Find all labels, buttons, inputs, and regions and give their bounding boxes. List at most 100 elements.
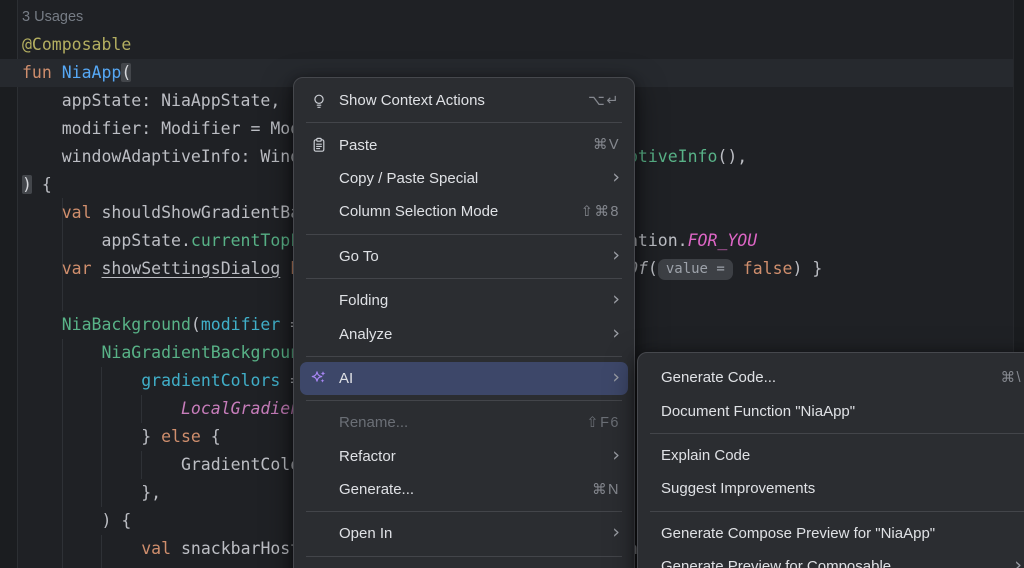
menu-item-label: Generate... xyxy=(339,481,414,498)
icon-spacer xyxy=(311,482,327,498)
menu-separator xyxy=(306,122,622,123)
code-token: val xyxy=(141,539,181,558)
menu-item-generate-compose-preview-for-niaapp[interactable]: Generate Compose Preview for "NiaApp" xyxy=(638,517,1024,550)
menu-shortcut: ⇧F6 xyxy=(586,415,620,431)
menu-shortcut: ⌘\ xyxy=(1000,370,1022,386)
menu-separator xyxy=(306,356,622,357)
code-token: appState. xyxy=(22,231,191,250)
code-token: fun xyxy=(22,63,62,82)
icon-spacer xyxy=(311,326,327,342)
chevron-right-icon: › xyxy=(612,168,620,187)
code-token: else xyxy=(161,427,201,446)
code-token: false xyxy=(743,259,793,278)
menu-separator xyxy=(306,511,622,512)
chevron-right-icon: › xyxy=(612,290,620,309)
code-line[interactable]: fun NiaApp( xyxy=(22,59,131,87)
menu-item-rename[interactable]: Rename... ⇧F6 xyxy=(294,406,634,439)
menu-item-label: Explain Code xyxy=(661,447,750,464)
code-token xyxy=(22,399,181,418)
menu-separator xyxy=(650,511,1024,512)
code-token xyxy=(280,259,290,278)
code-token: ) xyxy=(22,175,32,194)
code-token xyxy=(22,203,62,222)
chevron-right-icon: › xyxy=(612,368,620,387)
code-token: { xyxy=(32,175,52,194)
menu-shortcut: ⇧⌘8 xyxy=(581,204,620,220)
menu-item-generate-code[interactable]: Generate Code... ⌘\ xyxy=(638,361,1024,394)
code-editor: 3 Usages@Composablefun NiaApp( appState:… xyxy=(0,0,1024,568)
code-token: ) { xyxy=(22,511,131,530)
menu-separator xyxy=(306,400,622,401)
code-line[interactable]: ) { xyxy=(22,171,52,199)
code-line[interactable]: NiaGradientBackground( xyxy=(22,339,320,367)
menu-item-show-context-actions[interactable]: Show Context Actions ⌥↵ xyxy=(294,84,634,117)
menu-item-label: Generate Preview for Composable xyxy=(661,558,891,568)
chevron-right-icon: › xyxy=(1014,556,1022,568)
menu-item-label: Rename... xyxy=(339,414,408,431)
code-line[interactable]: }, xyxy=(22,479,161,507)
chevron-right-icon: › xyxy=(612,523,620,542)
lightbulb-icon xyxy=(311,93,327,109)
menu-item-label: Generate Code... xyxy=(661,369,776,386)
code-token: }, xyxy=(22,483,161,502)
menu-shortcut: ⌥↵ xyxy=(588,93,620,109)
code-token xyxy=(22,259,62,278)
icon-spacer xyxy=(311,293,327,309)
code-token: 3 Usages xyxy=(22,9,83,25)
icon-spacer xyxy=(311,170,327,186)
menu-item-paste[interactable]: Paste⌘V xyxy=(294,128,634,161)
ai-sparkle-icon xyxy=(311,370,327,386)
code-token: var xyxy=(62,259,102,278)
chevron-right-icon: › xyxy=(612,246,620,265)
menu-item-folding[interactable]: Folding› xyxy=(294,284,634,317)
code-token: NiaGradientBackground xyxy=(101,343,310,362)
code-token: ( xyxy=(648,259,658,278)
usages-hint[interactable]: 3 Usages xyxy=(22,3,83,31)
menu-item-suggest-improvements[interactable]: Suggest Improvements xyxy=(638,472,1024,505)
menu-item-generate-preview-for-composable[interactable]: Generate Preview for Composable › xyxy=(638,550,1024,568)
icon-spacer xyxy=(311,448,327,464)
code-line[interactable]: appState: NiaAppState, xyxy=(22,87,280,115)
inlay-hint-chip: value = xyxy=(658,259,733,280)
menu-item-column-selection-mode[interactable]: Column Selection Mode ⇧⌘8 xyxy=(294,195,634,228)
menu-item-label: Column Selection Mode xyxy=(339,203,498,220)
ai-submenu: Generate Code... ⌘\ Document Function "Nia… xyxy=(637,352,1024,568)
menu-item-label: AI xyxy=(339,370,353,387)
menu-separator xyxy=(650,433,1024,434)
code-line[interactable]: } else { xyxy=(22,423,221,451)
code-line[interactable]: ) { xyxy=(22,507,131,535)
code-token: ( xyxy=(191,315,201,334)
code-line[interactable]: @Composable xyxy=(22,31,131,59)
code-token: ( xyxy=(121,63,131,82)
chevron-right-icon: › xyxy=(612,446,620,465)
menu-item-copy-paste-special[interactable]: Copy / Paste Special › xyxy=(294,162,634,195)
menu-item-label: Open In xyxy=(339,525,392,542)
code-token xyxy=(733,259,743,278)
menu-item-generate[interactable]: Generate... ⌘N xyxy=(294,473,634,506)
code-token xyxy=(22,539,141,558)
context-menu: Show Context Actions⌥↵Paste⌘VCopy / Past… xyxy=(293,77,635,568)
menu-item-go-to[interactable]: Go To› xyxy=(294,240,634,273)
code-token: } xyxy=(22,427,161,446)
icon-spacer xyxy=(311,415,327,431)
menu-shortcut: ⌘V xyxy=(593,137,620,153)
menu-item-label: Copy / Paste Special xyxy=(339,170,478,187)
icon-spacer xyxy=(311,248,327,264)
chevron-right-icon: › xyxy=(612,324,620,343)
menu-item-analyze[interactable]: Analyze› xyxy=(294,317,634,350)
menu-separator xyxy=(306,556,622,557)
code-token: gradientColors xyxy=(141,371,280,390)
code-token: showSettingsDialog xyxy=(102,259,281,278)
code-token: val xyxy=(62,203,102,222)
code-token xyxy=(22,315,62,334)
menu-item-label: Suggest Improvements xyxy=(661,480,815,497)
menu-item-open-in[interactable]: Open In › xyxy=(294,517,634,550)
menu-item-ai[interactable]: AI › xyxy=(300,362,628,395)
code-token: modifier xyxy=(201,315,280,334)
menu-item-refactor[interactable]: Refactor› xyxy=(294,440,634,473)
menu-item-document-function-niaapp[interactable]: Document Function "NiaApp" xyxy=(638,394,1024,427)
menu-item-label: Show Context Actions xyxy=(339,92,485,109)
menu-shortcut: ⌘N xyxy=(592,482,620,498)
menu-item-explain-code[interactable]: Explain Code xyxy=(638,439,1024,472)
code-token: NiaApp xyxy=(62,63,122,82)
